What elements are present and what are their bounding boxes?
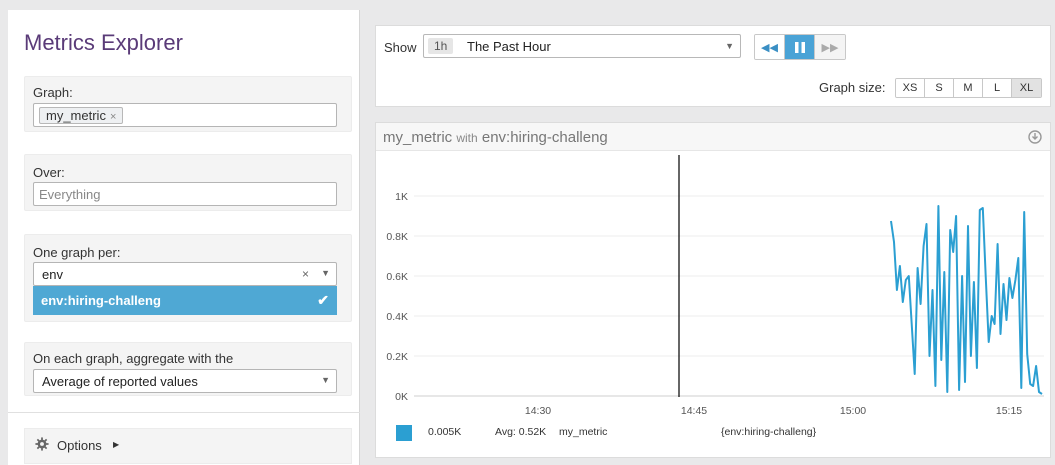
over-label: Over: [33,165,65,180]
clear-icon[interactable]: × [302,267,309,281]
graph-header: my_metric with env:hiring-challeng [376,123,1050,151]
aggregate-value: Average of reported values [42,374,198,389]
pause-button[interactable] [785,35,815,59]
over-input[interactable]: Everything [33,182,337,206]
metrics-explorer-panel: Metrics Explorer Graph: my_metric × Over:… [8,10,360,465]
x-tick-label: 15:15 [996,405,1022,417]
rewind-icon: ◀◀ [761,41,778,54]
chevron-down-icon[interactable]: ▼ [321,375,330,385]
timeframe-badge: 1h [428,38,454,54]
one-graph-per-select[interactable]: env × ▼ [33,262,337,286]
graph-with: with [456,131,478,145]
x-tick-label: 14:45 [681,405,707,417]
fast-forward-button[interactable]: ▶▶ [815,35,845,59]
chevron-down-icon[interactable]: ▼ [321,268,330,278]
options-label: Options [57,438,102,453]
divider [8,412,360,413]
gear-icon [35,437,49,451]
x-tick-label: 14:30 [525,405,551,417]
y-tick-label: 0K [395,391,408,403]
one-graph-per-value: env [42,267,63,282]
metric-chart[interactable]: 0K 0.2K 0.4K 0.6K 0.8K 1K 14:30 14:45 15:00 15:1… [376,151,1050,441]
check-icon: ✔ [317,292,329,308]
graph-metric: my_metric [383,129,453,146]
over-placeholder: Everything [39,187,101,202]
options-toggle[interactable]: Options ▶ [24,428,352,464]
option-label: env:hiring-challeng [41,293,161,308]
rewind-button[interactable]: ◀◀ [755,35,785,59]
y-tick-label: 0.4K [386,311,408,323]
show-label: Show [384,40,417,55]
aggregate-section: On each graph, aggregate with the Averag… [24,342,352,396]
graph-scope: env:hiring-challeng [481,129,608,146]
graph-title: my_metric with env:hiring-challeng [383,129,608,146]
legend-scope: {env:hiring-challeng} [721,426,817,438]
graph-size-selector: XS S M L XL [895,78,1042,98]
y-tick-label: 1K [395,191,408,203]
one-graph-per-label: One graph per: [33,245,121,260]
size-xs-button[interactable]: XS [896,79,925,97]
x-tick-label: 15:00 [840,405,866,417]
timeframe-value: The Past Hour [467,39,551,54]
fast-forward-icon: ▶▶ [821,41,839,54]
legend-metric: my_metric [559,426,608,438]
y-tick-label: 0.8K [386,231,408,243]
pause-icon [794,41,805,53]
size-l-button[interactable]: L [983,79,1012,97]
one-graph-per-option[interactable]: env:hiring-challeng ✔ [33,286,337,315]
one-graph-per-section: One graph per: env × ▼ env:hiring-challe… [24,234,352,322]
graph-panel: my_metric with env:hiring-challeng 0K 0.2… [375,122,1051,458]
chevron-down-icon[interactable]: ▼ [725,41,734,51]
size-xl-button[interactable]: XL [1012,79,1041,97]
over-section: Over: Everything [24,154,352,211]
size-s-button[interactable]: S [925,79,954,97]
graph-label: Graph: [33,85,73,100]
y-tick-label: 0.6K [386,271,408,283]
graph-section: Graph: my_metric × [24,76,352,132]
aggregate-select[interactable]: Average of reported values ▼ [33,369,337,393]
series-line-my-metric [890,205,1043,395]
legend-avg: Avg: 0.52K [495,426,547,438]
metric-chip-label: my_metric [46,108,106,123]
page-title: Metrics Explorer [24,30,183,55]
y-tick-label: 0.2K [386,351,408,363]
graph-size-label: Graph size: [819,80,886,95]
size-m-button[interactable]: M [954,79,983,97]
aggregate-label: On each graph, aggregate with the [33,351,234,366]
graph-metric-input[interactable]: my_metric × [33,103,337,127]
legend-swatch [396,425,412,441]
legend-value: 0.005K [428,426,462,438]
playback-controls: ◀◀ ▶▶ [754,34,846,60]
remove-chip-icon[interactable]: × [110,111,116,123]
time-toolbar: Show 1h The Past Hour ▼ ◀◀ ▶▶ Graph size… [375,25,1051,107]
timeframe-select[interactable]: 1h The Past Hour ▼ [423,34,741,58]
chevron-right-icon: ▶ [113,440,120,449]
metric-chip: my_metric × [39,107,124,124]
download-icon[interactable] [1028,130,1042,144]
